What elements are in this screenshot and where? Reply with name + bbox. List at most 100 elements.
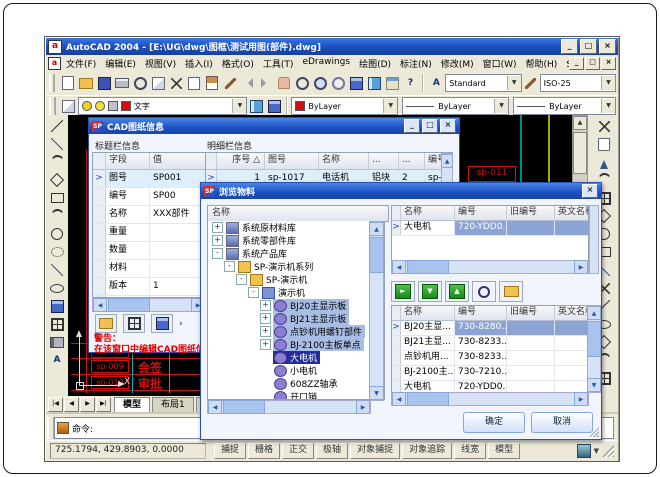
field-cell[interactable]: 图号 [106,170,150,187]
ok-button[interactable]: 确定 [463,412,525,433]
value-cell[interactable]: 1 [150,278,206,295]
layer-lock-icon[interactable] [108,101,118,111]
field-cell[interactable]: 版本 [106,278,150,295]
scroll-down-icon[interactable]: ▼ [369,386,384,400]
menu-item[interactable]: 标注(N) [400,57,432,70]
copy-object-icon[interactable] [595,135,613,153]
scroll-up-icon[interactable]: ▲ [587,306,601,320]
column-header[interactable]: 编号 [455,306,507,320]
window-titlebar[interactable]: a AutoCAD 2004 - [E:\UG\dwg\图框\测试用图(部件).… [46,38,618,55]
tree-expander-icon[interactable]: + [212,222,223,233]
tree-item-label[interactable]: 大电机 [290,351,317,364]
tree-expander-icon[interactable]: - [236,274,247,285]
zoom-realtime-icon[interactable] [293,74,311,92]
mirror-icon[interactable] [595,153,613,171]
tree-item-label[interactable]: 演示机 [278,286,305,299]
menu-item[interactable]: 帮助(H) [526,57,558,70]
resize-grip[interactable] [602,445,614,457]
scroll-left-icon[interactable]: ◀ [392,260,406,274]
layer-previous-icon[interactable] [265,97,283,115]
table-row[interactable]: 数量 [93,242,205,260]
scroll-up-icon[interactable]: ▲ [441,154,453,168]
designcenter-icon[interactable] [365,74,383,92]
drawing-document-icon[interactable]: a [48,57,61,70]
value-cell[interactable] [150,224,206,241]
column-settings-icon[interactable] [123,314,145,333]
tab-prev-button[interactable]: ◀ [64,397,79,412]
menu-item[interactable]: 绘图(D) [359,57,391,70]
scroll-right-icon[interactable]: ▶ [574,260,588,274]
tree-item-label[interactable]: 系统产品库 [242,247,287,260]
checkin-icon[interactable]: ► [391,281,415,302]
polyline-icon[interactable] [48,153,66,171]
tree-item[interactable]: - 演示机 [208,286,384,299]
value-cell[interactable]: SP001 [150,170,206,187]
status-tray-icon[interactable] [577,444,591,458]
upload-icon[interactable]: ▲ [445,281,469,302]
tree-item[interactable]: + 点钞机用螺钉部件 [208,325,384,338]
save-icon[interactable] [95,74,113,92]
column-header[interactable]: 图号 [265,153,319,169]
publish-icon[interactable] [149,74,167,92]
chevron-down-icon[interactable]: ▼ [494,99,508,113]
table-row[interactable]: BJ21主显... 730-8233... [392,336,588,351]
layers-dialog-icon[interactable] [60,97,78,115]
column-header[interactable]: 名称 [401,206,455,220]
table-row[interactable]: > 大电机 720-YDD0... [392,221,588,236]
chevron-down-icon[interactable]: ▼ [507,76,521,90]
tree-item-label[interactable]: BJ20主显示板 [290,299,346,312]
copy-icon[interactable] [185,74,203,92]
construction-line-icon[interactable] [48,135,66,153]
tree-item[interactable]: 开口销 [208,390,384,400]
scroll-up-icon[interactable]: ▲ [369,222,384,236]
field-cell[interactable]: 重量 [106,224,150,241]
status-toggle-button[interactable]: 极轴 [316,443,348,459]
column-header[interactable]: ... [399,153,425,169]
tab-next-button[interactable]: ▶ [80,397,95,412]
table-row[interactable]: > BJ20主显... 730-8280... [392,321,588,336]
scrollbar-thumb[interactable] [407,260,449,274]
tree-expander-icon[interactable]: + [260,300,271,311]
table-row[interactable]: 编号 SP00 [93,188,205,206]
menu-item[interactable]: 窗口(W) [483,57,517,70]
download-icon[interactable]: ▼ [418,281,442,302]
tree-item-label[interactable]: SP-演示机系列 [254,260,313,273]
overflow-more-icon[interactable]: › [179,319,183,329]
selected-material-table[interactable]: 名称 编号 旧编号 英文名称 > 大电机 720-YDD0... [391,205,589,261]
tree-item[interactable]: 608ZZ轴承 [208,377,384,390]
print-preview-icon[interactable] [131,74,149,92]
scroll-down-icon[interactable]: ▼ [587,378,601,392]
tree-expander-icon[interactable]: - [248,287,259,298]
scrollbar-thumb[interactable] [407,392,449,406]
chevron-down-icon[interactable]: ▼ [601,76,615,90]
value-cell[interactable] [150,260,206,277]
minimize-button[interactable]: _ [561,39,578,54]
table-row[interactable]: 点钞机用... 730-8233... [392,351,588,366]
dim-style-combo[interactable]: ISO-25 ▼ [540,74,616,92]
field-cell[interactable]: 材料 [106,260,150,277]
open-icon[interactable] [77,74,95,92]
tree-item-label[interactable]: BJ-2100主板单点 [290,338,361,351]
selected-material-vscrollbar[interactable] [589,205,599,274]
menu-item[interactable]: 格式(O) [222,57,254,70]
color-combo[interactable]: ByLayer ▼ [291,97,398,115]
tree-item-label[interactable]: 608ZZ轴承 [290,377,338,390]
mtext-icon[interactable]: A [48,351,66,369]
scrollbar-thumb[interactable] [587,321,601,357]
tree-expander-icon[interactable]: + [260,313,271,324]
status-toggle-button[interactable]: 捕捉 [214,443,246,459]
tree-expander-icon[interactable]: + [212,235,223,246]
scrollbar-thumb[interactable] [223,400,265,414]
plot-icon[interactable] [113,74,131,92]
column-header[interactable]: 英文名称 [555,206,589,220]
circle-icon[interactable] [48,225,66,243]
make-layer-current-icon[interactable] [247,97,265,115]
spline-icon[interactable] [48,261,66,279]
tree-item-label[interactable]: 小电机 [290,364,317,377]
tree-item[interactable]: 小电机 [208,364,384,377]
erase-icon[interactable] [595,117,613,135]
tree-vscrollbar[interactable]: ▲ ▼ [369,221,384,401]
scrollbar-thumb[interactable] [108,298,150,312]
titleblock-grid[interactable]: 字段 值 > 图号 SP001 编号 SP00 [92,152,206,298]
maximize-button[interactable]: □ [580,39,597,54]
